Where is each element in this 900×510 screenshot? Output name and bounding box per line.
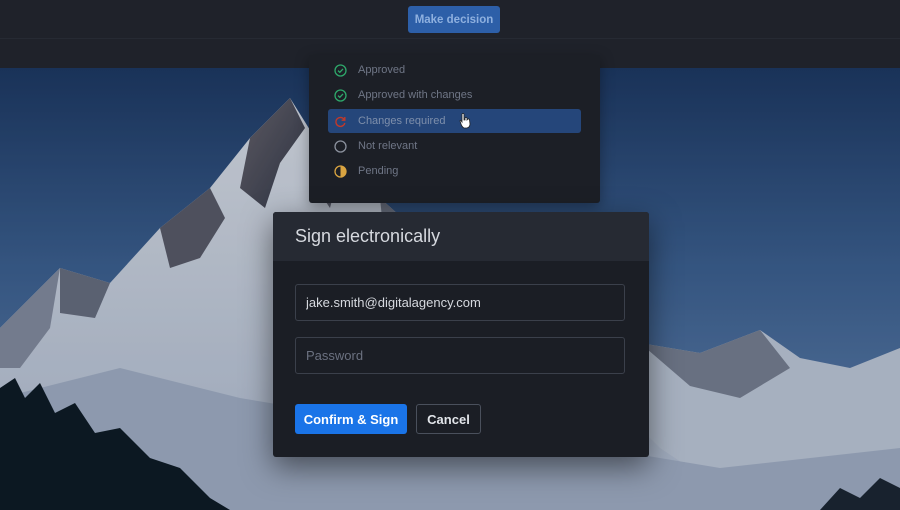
top-bar-divider bbox=[0, 38, 900, 39]
check-circle-icon bbox=[333, 88, 347, 102]
hand-cursor-icon bbox=[459, 113, 471, 129]
menu-item-not-relevant[interactable]: Not relevant bbox=[328, 134, 581, 158]
password-field[interactable] bbox=[295, 337, 625, 374]
menu-item-changes-required[interactable]: Changes required bbox=[328, 109, 581, 133]
refresh-icon bbox=[333, 114, 347, 128]
half-circle-icon bbox=[333, 164, 347, 178]
check-circle-icon bbox=[333, 63, 347, 77]
sign-electronically-dialog: Sign electronically Confirm & Sign Cance… bbox=[273, 212, 649, 457]
decision-dropdown-menu: Approved Approved with changes Changes r… bbox=[309, 55, 600, 203]
dialog-header: Sign electronically bbox=[273, 212, 649, 261]
menu-item-label: Approved bbox=[358, 64, 406, 76]
cancel-button[interactable]: Cancel bbox=[416, 404, 481, 434]
email-field[interactable] bbox=[295, 284, 625, 321]
menu-item-label: Not relevant bbox=[358, 140, 418, 152]
menu-item-label: Pending bbox=[358, 165, 399, 177]
dialog-title: Sign electronically bbox=[295, 226, 441, 246]
menu-item-label: Approved with changes bbox=[358, 89, 473, 101]
menu-item-approved[interactable]: Approved bbox=[328, 58, 581, 82]
menu-item-approved-with-changes[interactable]: Approved with changes bbox=[328, 83, 581, 107]
confirm-sign-button[interactable]: Confirm & Sign bbox=[295, 404, 407, 434]
menu-item-label: Changes required bbox=[358, 115, 446, 127]
menu-item-pending[interactable]: Pending bbox=[328, 159, 581, 183]
make-decision-button[interactable]: Make decision bbox=[408, 6, 500, 33]
empty-circle-icon bbox=[333, 139, 347, 153]
